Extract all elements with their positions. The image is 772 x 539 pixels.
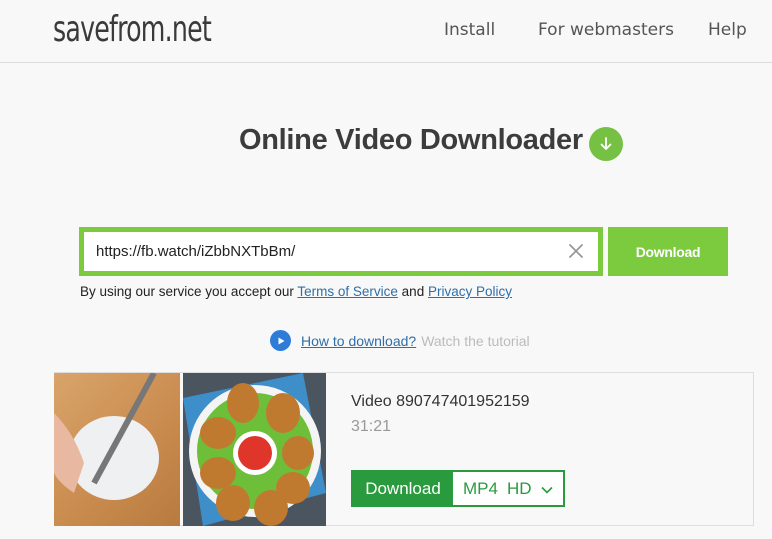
download-arrow-icon bbox=[589, 127, 623, 161]
how-to-download-link[interactable]: How to download? bbox=[301, 333, 416, 349]
video-title: Video 890747401952159 bbox=[351, 393, 530, 410]
terms-notice: By using our service you accept our Term… bbox=[80, 284, 512, 299]
privacy-policy-link[interactable]: Privacy Policy bbox=[428, 284, 512, 299]
terms-of-service-link[interactable]: Terms of Service bbox=[297, 284, 398, 299]
format-label: MP4 bbox=[463, 478, 498, 498]
page-title: Online Video Downloader bbox=[239, 124, 583, 156]
play-icon[interactable] bbox=[270, 330, 291, 351]
download-button[interactable]: Download bbox=[608, 227, 728, 276]
watch-tutorial-note: Watch the tutorial bbox=[421, 332, 530, 349]
terms-prefix: By using our service you accept our bbox=[80, 284, 294, 299]
nav-help[interactable]: Help bbox=[708, 20, 747, 40]
logo[interactable]: savefrom.net bbox=[53, 9, 212, 50]
video-result-card: Video 890747401952159 31:21 Download MP4… bbox=[54, 372, 754, 526]
header: savefrom.net Install For webmasters Help bbox=[0, 0, 772, 63]
how-to-download: How to download? Watch the tutorial bbox=[270, 330, 530, 351]
video-duration: 31:21 bbox=[351, 418, 392, 435]
nav-install[interactable]: Install bbox=[444, 20, 495, 40]
quality-label: HD bbox=[506, 478, 532, 498]
url-input-container bbox=[79, 227, 603, 276]
video-thumbnail[interactable] bbox=[54, 373, 326, 526]
format-select[interactable]: MP4 HD bbox=[453, 472, 563, 505]
video-download-button[interactable]: Download bbox=[353, 472, 453, 505]
terms-and: and bbox=[401, 284, 425, 299]
thumbnail-food-plate bbox=[183, 373, 326, 526]
nav-for-webmasters[interactable]: For webmasters bbox=[538, 20, 674, 40]
url-input[interactable] bbox=[96, 232, 556, 271]
video-download-group: Download MP4 HD bbox=[351, 470, 565, 507]
chevron-down-icon bbox=[540, 479, 553, 499]
close-icon[interactable] bbox=[566, 241, 586, 261]
thumbnail-egg-cutting bbox=[54, 373, 180, 526]
